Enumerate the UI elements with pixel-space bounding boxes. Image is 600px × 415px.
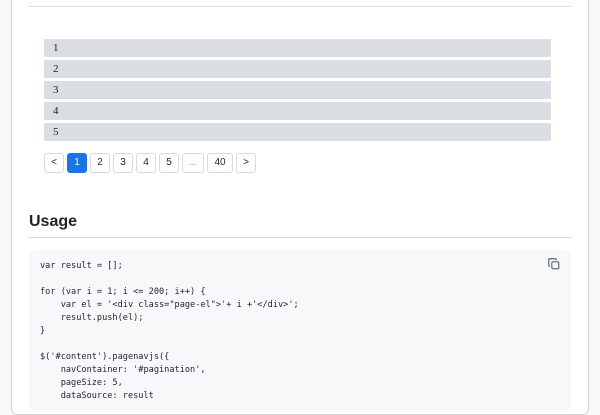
copy-icon[interactable]	[547, 257, 561, 271]
divider	[29, 6, 571, 7]
list-item: 4	[44, 102, 551, 120]
page-button-5[interactable]: 5	[159, 153, 179, 173]
page-ellipsis: ...	[182, 153, 204, 173]
list-item: 3	[44, 81, 551, 99]
usage-heading: Usage	[29, 213, 78, 230]
code-block: var result = []; for (var i = 1; i <= 20…	[29, 250, 571, 410]
code-text: var result = []; for (var i = 1; i <= 20…	[40, 261, 299, 401]
list-item: 5	[44, 123, 551, 141]
pagination: < 1 2 3 4 5 ... 40 >	[44, 153, 256, 173]
next-page-button[interactable]: >	[236, 153, 256, 173]
page-button-1[interactable]: 1	[67, 153, 87, 173]
list-item: 2	[44, 60, 551, 78]
demo-content-list: 1 2 3 4 5	[44, 39, 551, 144]
page-button-3[interactable]: 3	[113, 153, 133, 173]
page-button-last[interactable]: 40	[207, 153, 233, 173]
list-item: 1	[44, 39, 551, 57]
page-button-2[interactable]: 2	[90, 153, 110, 173]
prev-page-button[interactable]: <	[44, 153, 64, 173]
heading-divider	[29, 237, 571, 238]
page-button-4[interactable]: 4	[136, 153, 156, 173]
